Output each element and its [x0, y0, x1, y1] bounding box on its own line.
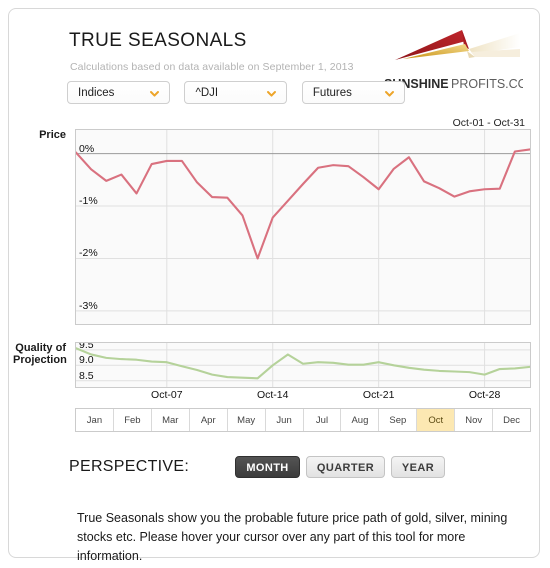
price-y-tick-3: -3%: [79, 299, 98, 312]
logo-mark-icon: [395, 30, 520, 60]
perspective-button-quarter[interactable]: QUARTER: [306, 456, 385, 478]
quality-chart[interactable]: 9.5 9.0 8.5: [75, 342, 531, 388]
perspective-button-year[interactable]: YEAR: [391, 456, 445, 478]
logo-brand-light: PROFITS.COM: [451, 77, 523, 91]
true-seasonals-widget: TRUE SEASONALS Calculations based on dat…: [8, 8, 540, 563]
chevron-down-icon: [267, 91, 277, 97]
dropdown-market-type-value: Indices: [78, 87, 115, 99]
month-tab-jun[interactable]: Jun: [266, 409, 304, 431]
quality-y-tick-0: 9.5: [79, 342, 94, 351]
month-tab-dec[interactable]: Dec: [493, 409, 530, 431]
price-chart[interactable]: 0% -1% -2% -3%: [75, 129, 531, 325]
month-tab-jan[interactable]: Jan: [76, 409, 114, 431]
quality-axis-title: Quality of Projection: [13, 342, 67, 366]
price-chart-canvas: [76, 130, 530, 324]
filter-bar: Indices ^DJI Futures: [67, 81, 415, 104]
calculation-subtitle: Calculations based on data available on …: [70, 61, 354, 73]
month-tab-mar[interactable]: Mar: [152, 409, 190, 431]
month-tab-may[interactable]: May: [228, 409, 266, 431]
quality-chart-canvas: [76, 343, 530, 387]
price-y-tick-2: -2%: [79, 247, 98, 260]
chevron-down-icon: [150, 91, 159, 97]
x-axis-tick: Oct-28: [468, 389, 501, 401]
month-tab-nov[interactable]: Nov: [455, 409, 494, 431]
price-y-tick-0: 0%: [79, 142, 95, 155]
quality-y-tick-1: 9.0: [79, 354, 94, 367]
widget-header: TRUE SEASONALS Calculations based on dat…: [9, 9, 539, 91]
x-axis-tick: Oct-14: [256, 389, 289, 401]
month-tab-oct[interactable]: Oct: [417, 409, 456, 431]
dropdown-symbol[interactable]: ^DJI: [184, 81, 288, 104]
page-title: TRUE SEASONALS: [69, 30, 247, 51]
x-axis-tick: Oct-21: [362, 389, 395, 401]
price-y-tick-1: -1%: [79, 195, 98, 208]
footer-description: True Seasonals show you the probable fut…: [77, 511, 508, 563]
quality-axis-title-line1: Quality of: [15, 342, 66, 354]
perspective-label: PERSPECTIVE:: [69, 458, 190, 475]
month-tab-feb[interactable]: Feb: [114, 409, 152, 431]
date-range-label: Oct-01 - Oct-31: [452, 117, 525, 129]
dropdown-instrument[interactable]: Futures: [301, 81, 405, 104]
x-axis-tick: Oct-07: [151, 389, 183, 401]
month-tab-jul[interactable]: Jul: [304, 409, 342, 431]
dropdown-market-type[interactable]: Indices: [67, 81, 170, 104]
dropdown-instrument-value: Futures: [312, 87, 352, 99]
quality-axis-title-line2: Projection: [13, 354, 67, 366]
x-axis-ticks: Oct-07 Oct-14 Oct-21 Oct-28: [75, 389, 531, 405]
perspective-button-month[interactable]: MONTH: [235, 456, 300, 478]
sunshine-profits-logo[interactable]: SUNSHINE PROFITS.COM: [383, 27, 523, 91]
month-tab-aug[interactable]: Aug: [341, 409, 380, 431]
month-selector[interactable]: Jan Feb Mar Apr May Jun Jul Aug Sep Oct Nov Dec: [75, 408, 531, 432]
quality-y-tick-2: 8.5: [79, 369, 94, 382]
month-tab-apr[interactable]: Apr: [190, 409, 228, 431]
chevron-down-icon: [384, 91, 394, 97]
dropdown-symbol-value: ^DJI: [195, 87, 219, 99]
price-axis-title: Price: [39, 129, 66, 141]
month-tab-sep[interactable]: Sep: [379, 409, 418, 431]
